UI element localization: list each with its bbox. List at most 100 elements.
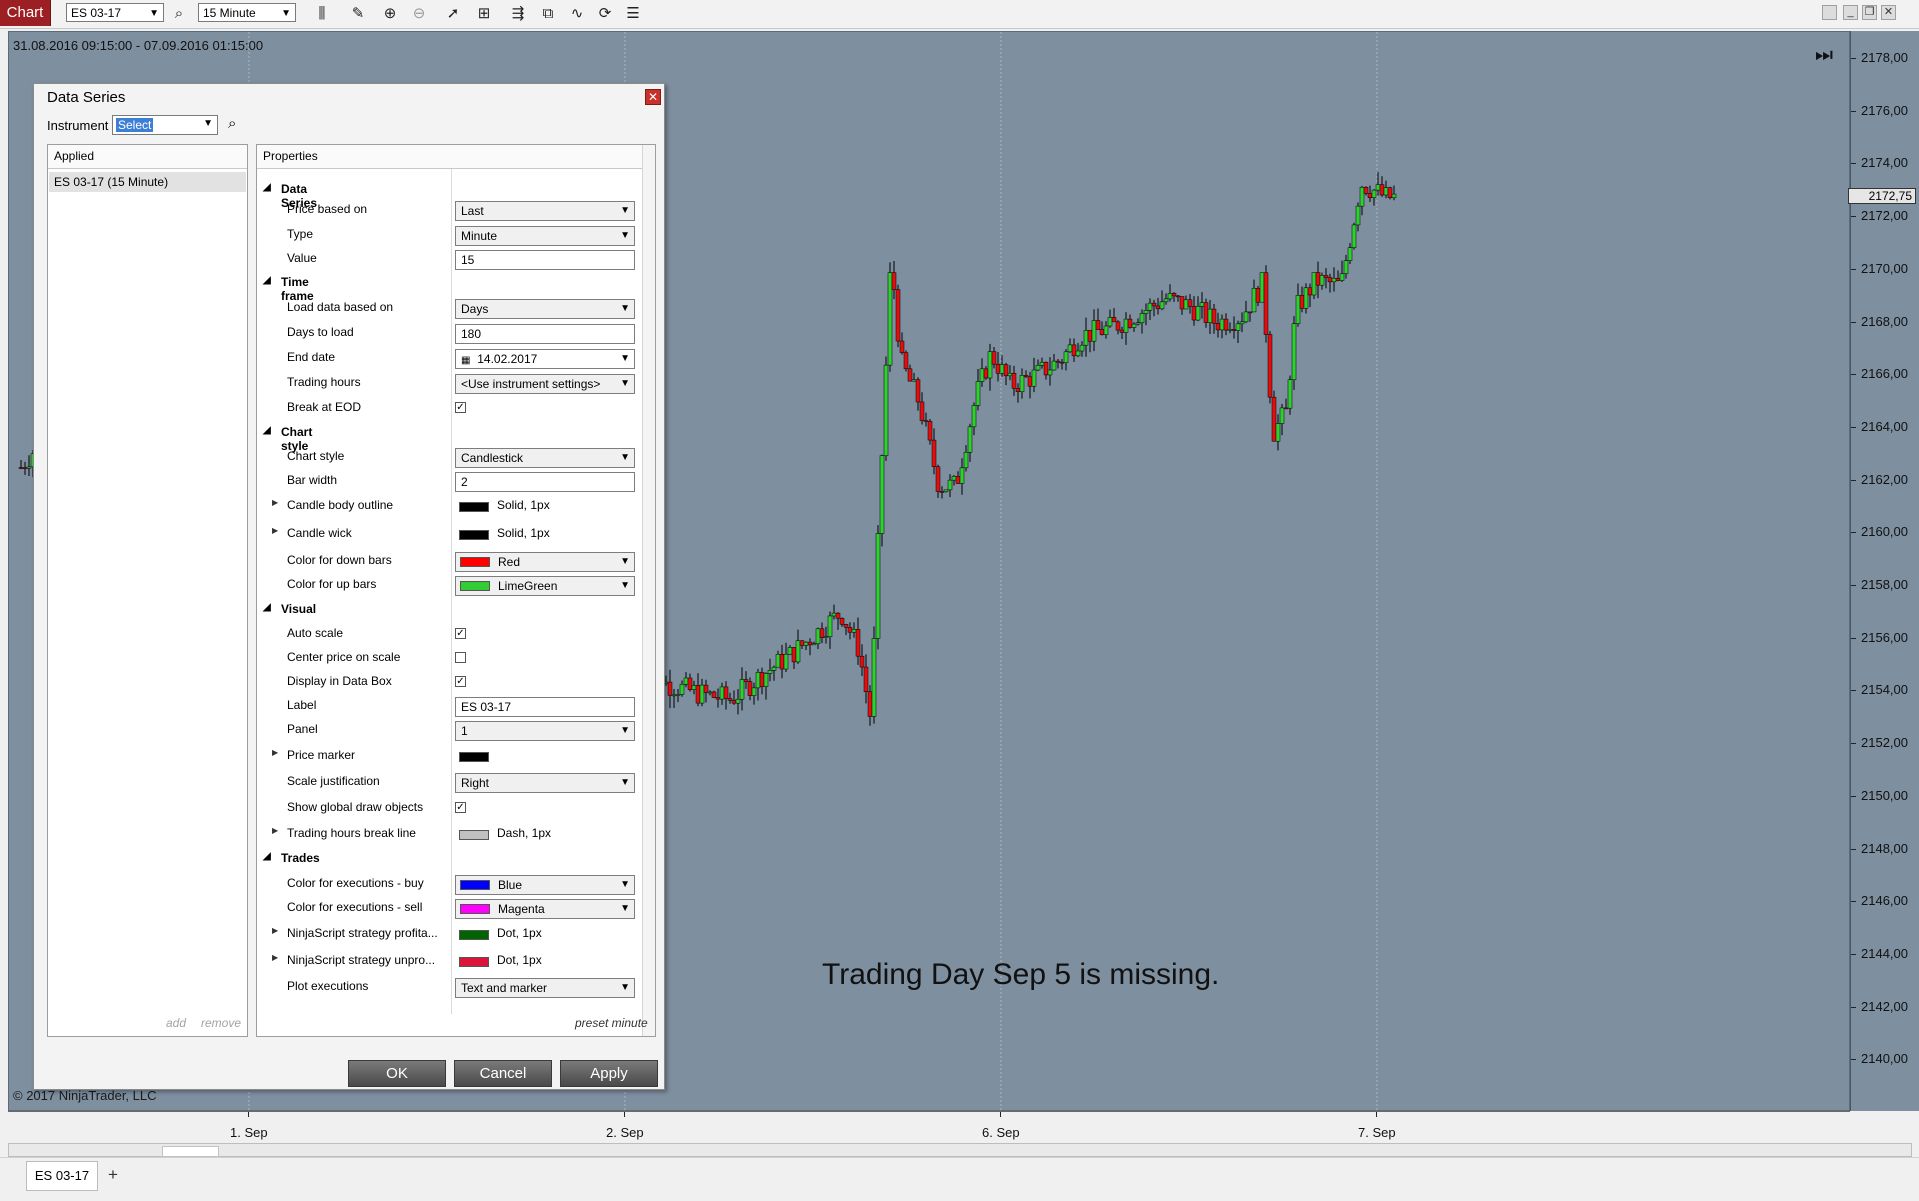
candle-down — [983, 368, 989, 379]
load-data-based-on-select[interactable]: Days ▼ — [455, 299, 635, 319]
price-tick-label: 2166,00 — [1861, 366, 1908, 382]
trading-hours-select[interactable]: <Use instrument settings> ▼ — [455, 374, 635, 394]
restore-icon[interactable]: ❐ — [1862, 5, 1877, 20]
data-series-dialog: Data Series ✕ Instrument Select ▼ ⌕ Appl… — [33, 83, 665, 1090]
zoom-in-icon[interactable]: ⊕ — [380, 4, 400, 24]
pencil-icon[interactable]: ✎ — [348, 4, 368, 24]
scrollbar-thumb[interactable] — [162, 1146, 219, 1157]
ok-button[interactable]: OK — [348, 1060, 446, 1087]
candle-up — [755, 672, 761, 689]
chart-annotation-text[interactable]: Trading Day Sep 5 is missing. — [822, 958, 1219, 992]
expand-icon[interactable]: ▶ — [272, 748, 278, 757]
panel-select[interactable]: 1 ▼ — [455, 721, 635, 741]
data-series-icon[interactable]: ⇶ — [508, 4, 528, 24]
close-icon[interactable]: ✕ — [1881, 5, 1896, 20]
search-icon[interactable]: ⌕ — [169, 4, 189, 24]
candle-down — [1263, 272, 1269, 335]
center-price-checkbox[interactable] — [455, 652, 466, 663]
chart-style-select[interactable]: Candlestick ▼ — [455, 448, 635, 468]
strategies-icon[interactable]: ⧉ — [538, 4, 558, 24]
candle-up — [1131, 323, 1137, 328]
properties-scrollbar[interactable] — [642, 145, 655, 1036]
price-based-on-select[interactable]: Last ▼ — [455, 201, 635, 221]
expand-icon[interactable]: ▶ — [272, 498, 278, 507]
exec-sell-color-select[interactable]: Magenta ▼ — [455, 899, 635, 919]
candle-up — [1227, 329, 1233, 331]
zoom-out-icon[interactable]: ⊖ — [409, 4, 429, 24]
candle-up — [1063, 351, 1069, 363]
indicators-icon[interactable]: ∿ — [567, 4, 587, 24]
applied-series-item[interactable]: ES 03-17 (15 Minute) — [49, 172, 246, 192]
bar-width-input[interactable]: 2 — [455, 472, 635, 492]
scale-justification-select[interactable]: Right ▼ — [455, 773, 635, 793]
tile-icon[interactable] — [1822, 5, 1837, 20]
candle-up — [1199, 302, 1205, 307]
candle-up — [1219, 318, 1225, 331]
pointer-icon[interactable]: ➚ — [443, 4, 463, 24]
show-global-draw-objects-checkbox[interactable]: ✓ — [455, 802, 466, 813]
expand-icon[interactable]: ▶ — [272, 526, 278, 535]
candle-down — [1387, 187, 1393, 198]
expand-icon[interactable]: ▶ — [272, 953, 278, 962]
color-up-bars-select[interactable]: LimeGreen ▼ — [455, 576, 635, 596]
expand-icon[interactable]: ▶ — [272, 826, 278, 835]
plot-executions-select[interactable]: Text and marker ▼ — [455, 978, 635, 998]
candle-body-outline-value[interactable]: Solid, 1px — [497, 498, 550, 512]
end-date-picker[interactable]: ▦ 14.02.2017 ▼ — [455, 349, 635, 369]
candle-wick-value[interactable]: Solid, 1px — [497, 526, 550, 540]
label-input[interactable]: ES 03-17 — [455, 697, 635, 717]
search-icon[interactable]: ⌕ — [228, 115, 236, 132]
candle-down — [1015, 388, 1021, 392]
candle-up — [1031, 369, 1037, 387]
instrument-select[interactable]: Select ▼ — [112, 115, 218, 135]
time-axis[interactable]: 1. Sep 2. Sep 6. Sep 7. Sep — [8, 1111, 1850, 1142]
expand-icon[interactable]: ▶ — [272, 926, 278, 935]
add-link[interactable]: add — [166, 1016, 186, 1030]
add-tab-button[interactable]: + — [102, 1161, 124, 1189]
color-down-bars-select[interactable]: Red ▼ — [455, 552, 635, 572]
price-marker-swatch[interactable] — [459, 752, 489, 762]
candle-up — [1019, 375, 1025, 392]
reload-icon[interactable]: ⟳ — [595, 4, 615, 24]
chevron-down-icon: ▼ — [620, 903, 630, 914]
remove-link[interactable]: remove — [201, 1016, 241, 1030]
auto-scale-checkbox[interactable]: ✓ — [455, 628, 466, 639]
candle-down — [715, 697, 721, 700]
apply-button[interactable]: Apply — [560, 1060, 658, 1087]
tab-es-03-17[interactable]: ES 03-17 — [26, 1161, 98, 1191]
skip-to-end-icon[interactable]: ⏭ — [1815, 44, 1833, 67]
candle-down — [1231, 329, 1237, 331]
candle-down — [1247, 311, 1253, 314]
candle-down — [1111, 317, 1117, 323]
candle-up — [771, 666, 777, 671]
properties-list-icon[interactable]: ☰ — [623, 4, 643, 24]
type-select[interactable]: Minute ▼ — [455, 226, 635, 246]
candle-down — [1267, 334, 1273, 398]
candle-up — [691, 685, 697, 690]
days-to-load-input[interactable]: 180 — [455, 324, 635, 344]
candle-up — [911, 379, 917, 382]
break-at-eod-checkbox[interactable]: ✓ — [455, 402, 466, 413]
value-input[interactable]: 15 — [455, 250, 635, 270]
exec-buy-color-select[interactable]: Blue ▼ — [455, 875, 635, 895]
candle-down — [731, 700, 737, 704]
break-line-value[interactable]: Dash, 1px — [497, 826, 551, 840]
data-box-icon[interactable]: ⊞ — [474, 4, 494, 24]
strategy-profit-value[interactable]: Dot, 1px — [497, 926, 542, 940]
preset-minute-link[interactable]: preset minute — [575, 1016, 648, 1030]
dialog-close-button[interactable]: ✕ — [645, 89, 661, 105]
copyright-text: © 2017 NinjaTrader, LLC — [13, 1088, 157, 1103]
display-in-data-box-checkbox[interactable]: ✓ — [455, 676, 466, 687]
bar-type-icon[interactable]: ⫼ — [312, 4, 332, 24]
cancel-button[interactable]: Cancel — [454, 1060, 552, 1087]
candle-up — [1347, 247, 1353, 261]
strategy-unprofit-value[interactable]: Dot, 1px — [497, 953, 542, 967]
candle-down — [1323, 275, 1329, 278]
candle-up — [1067, 344, 1073, 353]
horizontal-scrollbar[interactable] — [8, 1143, 1912, 1157]
candle-down — [1367, 193, 1373, 198]
candle-down — [843, 624, 849, 628]
interval-combo[interactable]: 15 Minute ▼ — [198, 3, 296, 22]
minimize-icon[interactable]: _ — [1843, 5, 1858, 20]
instrument-combo[interactable]: ES 03-17 ▼ — [66, 3, 164, 22]
